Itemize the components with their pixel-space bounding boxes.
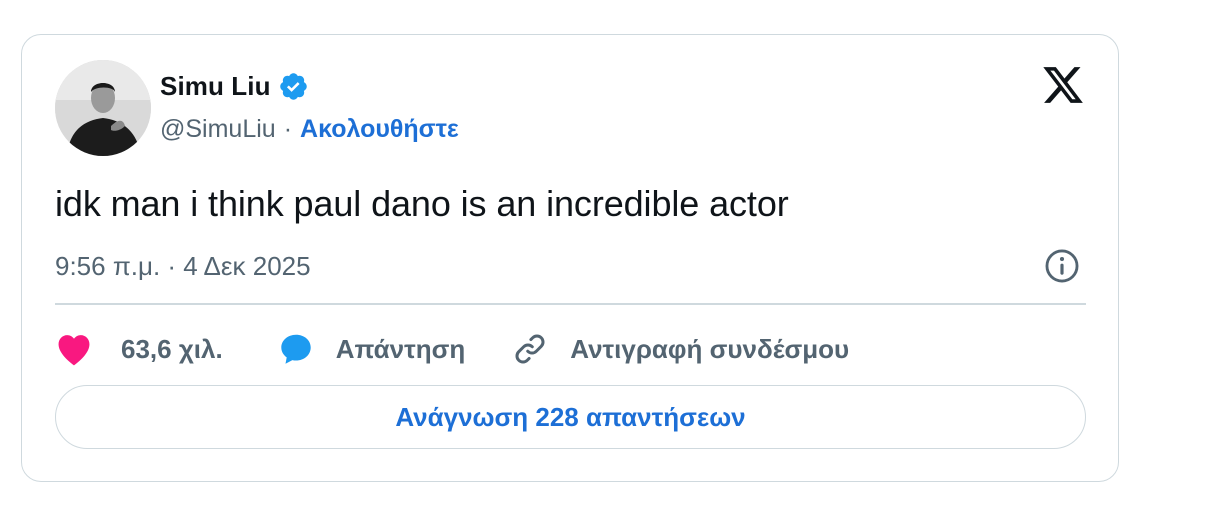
tweet-embed-card: Simu Liu @SimuLiu · Ακολουθήστε idk man … [21,34,1119,482]
tweet-text: idk man i think paul dano is an incredib… [55,183,789,224]
tweet-actions: 63,6 χιλ. Απάντηση Αντιγραφή συνδέσμου [55,329,849,369]
copy-link-button[interactable]: Αντιγραφή συνδέσμου [512,331,849,367]
avatar[interactable] [55,60,151,156]
divider [55,303,1086,305]
reply-label: Απάντηση [335,333,466,364]
author-handle-row: @SimuLiu · Ακολουθήστε [160,115,459,144]
info-icon[interactable] [1043,247,1081,285]
heart-icon [55,332,93,366]
verified-badge-icon [278,71,309,102]
follow-button[interactable]: Ακολουθήστε [300,115,459,144]
x-logo-icon[interactable] [1040,63,1086,107]
read-replies-button[interactable]: Ανάγνωση 228 απαντήσεων [55,385,1086,449]
like-button[interactable]: 63,6 χιλ. [55,332,223,366]
read-replies-label: Ανάγνωση 228 απαντήσεων [395,401,746,432]
tweet-timestamp[interactable]: 9:56 π.μ. · 4 Δεκ 2025 [55,251,311,282]
reply-button[interactable]: Απάντηση [277,331,466,367]
link-icon [512,331,548,367]
copy-link-label: Αντιγραφή συνδέσμου [570,333,850,364]
separator-dot: · [283,115,293,143]
reply-bubble-icon [277,331,315,367]
author-display-name[interactable]: Simu Liu [160,71,271,102]
author-name-row: Simu Liu [160,71,309,102]
author-handle[interactable]: @SimuLiu [160,115,276,144]
like-count: 63,6 χιλ. [121,333,223,364]
